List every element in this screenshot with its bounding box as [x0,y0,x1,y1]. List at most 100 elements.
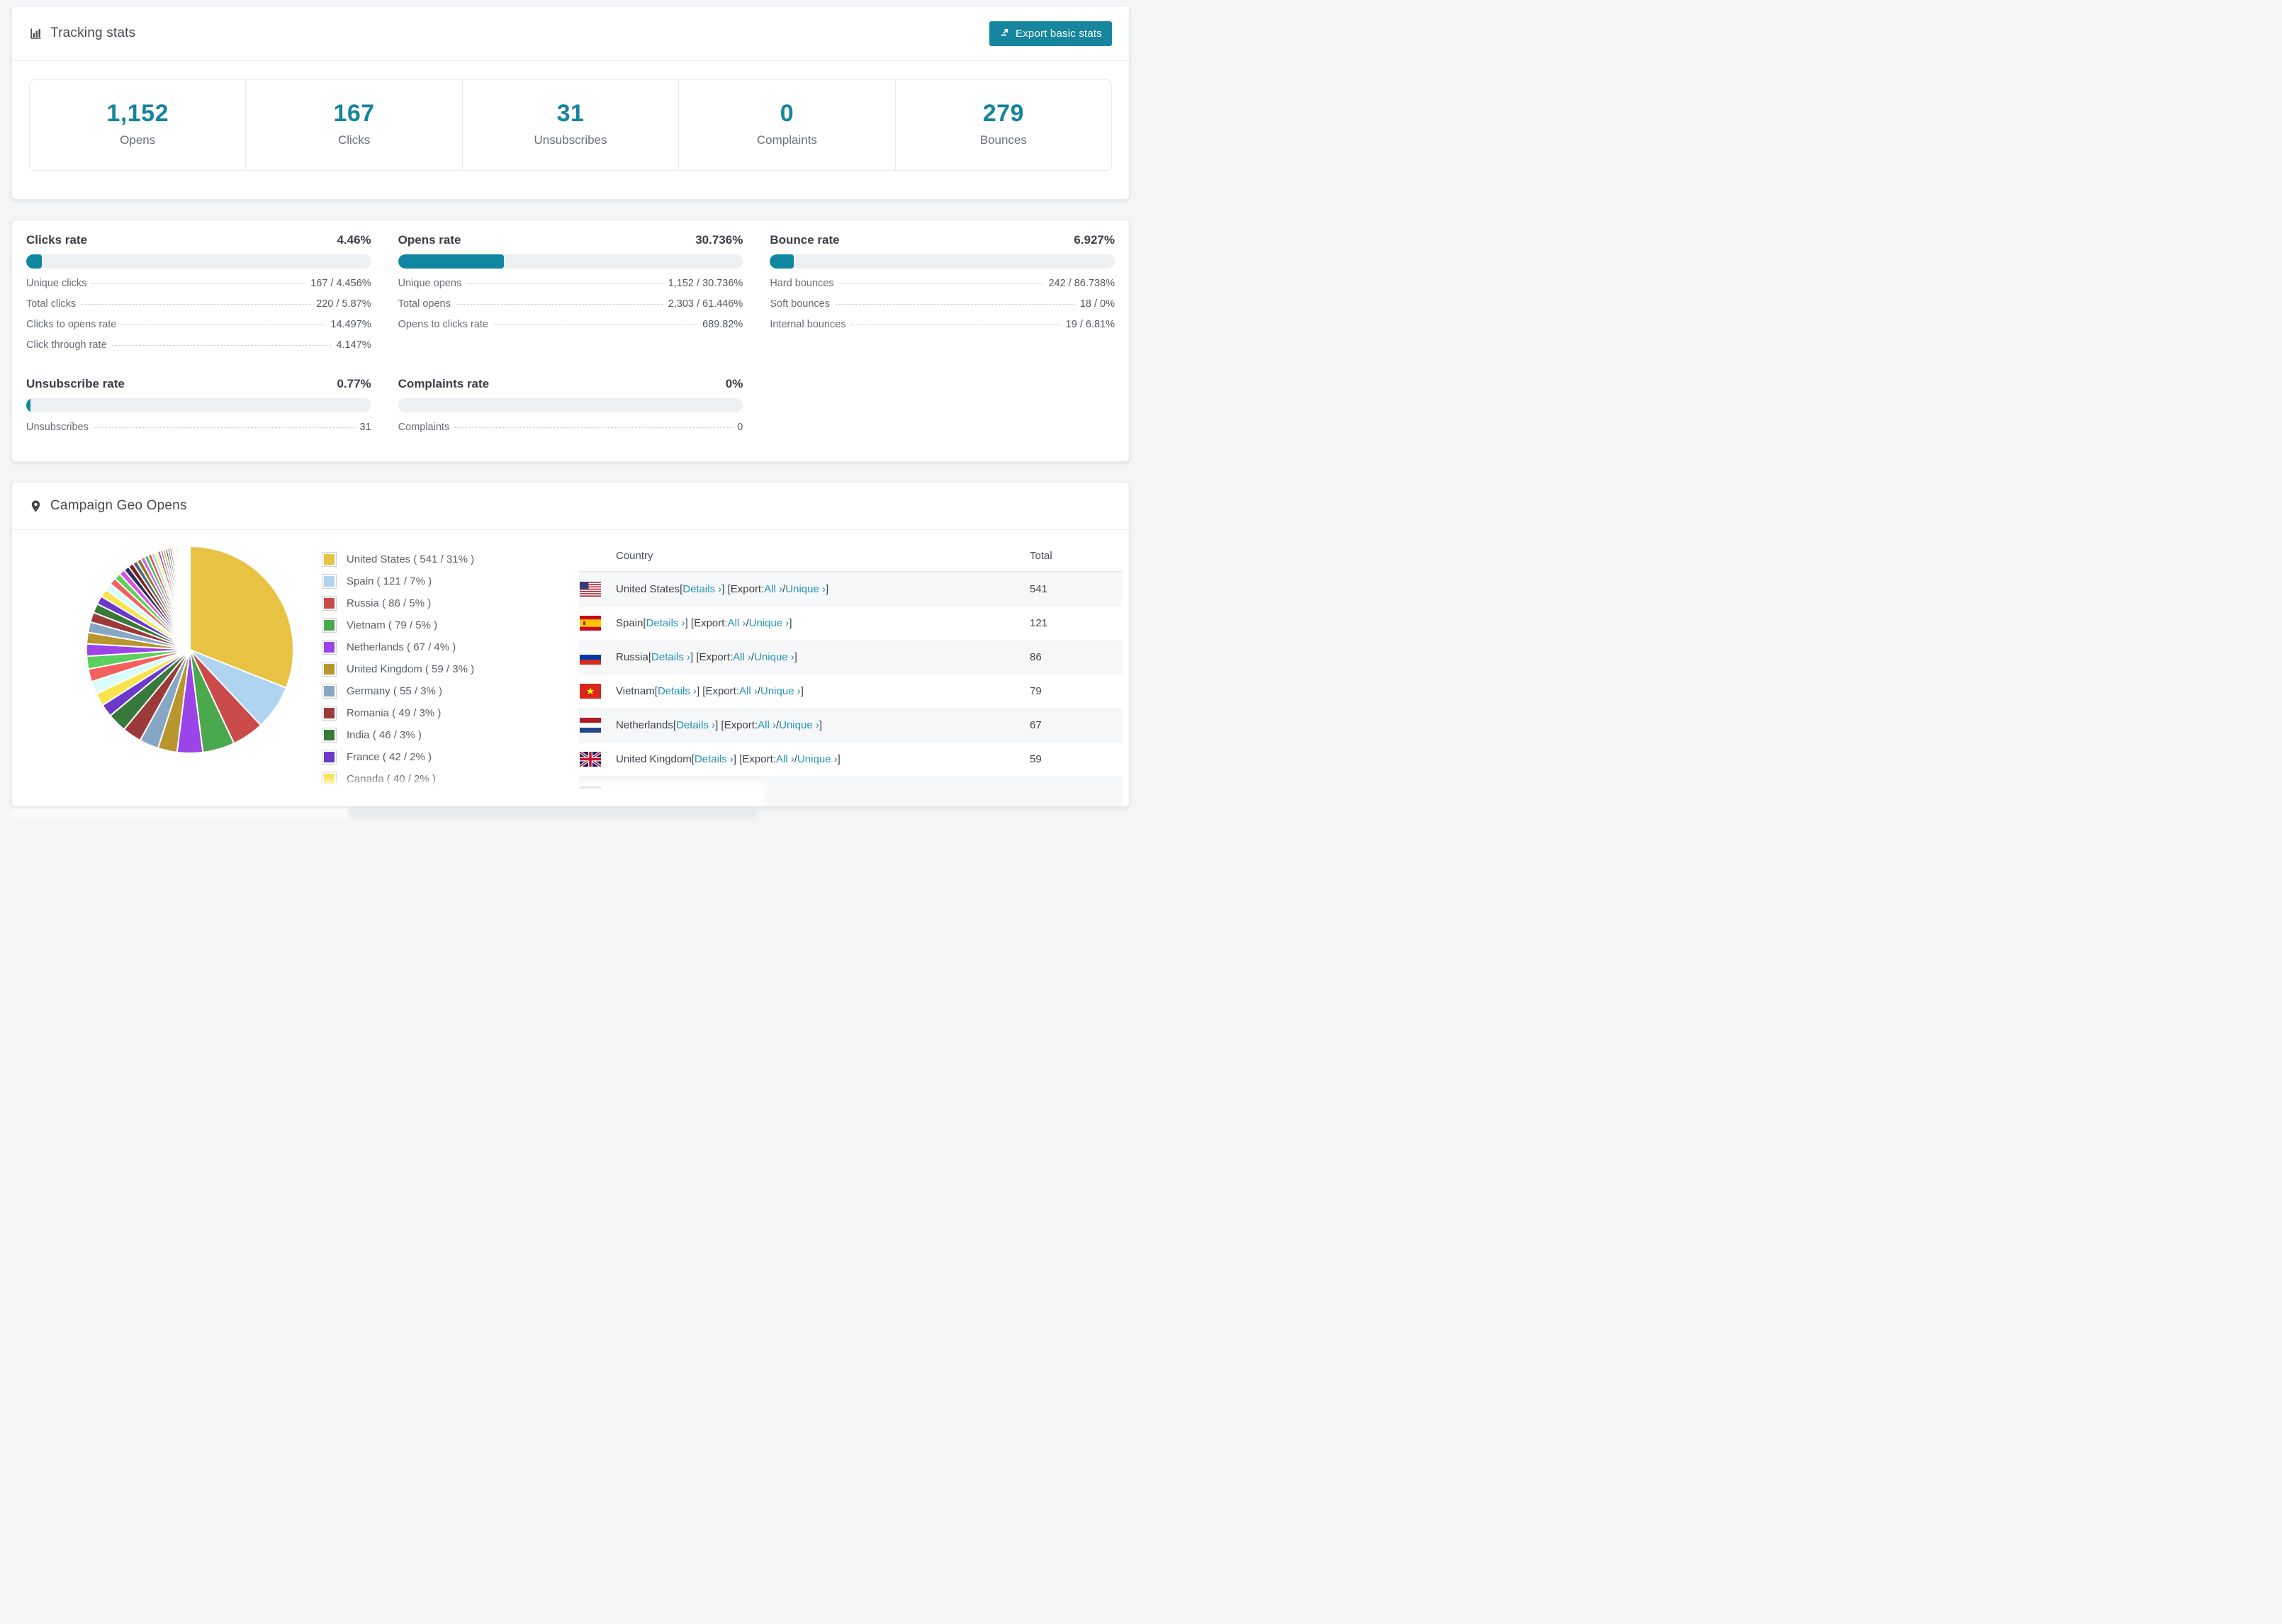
export-unique-link[interactable]: Unique › [797,753,838,765]
flag-us [579,582,602,597]
stat-label: Soft bounces [770,298,830,310]
dotted-leader [838,283,1044,284]
details-link[interactable]: Details › [676,719,715,731]
dotted-leader [91,283,306,284]
legend-swatch [322,575,336,588]
details-link[interactable]: Details › [682,583,721,595]
legend-label: Netherlands ( 67 / 4% ) [347,641,456,653]
export-all-link[interactable]: All › [733,651,751,663]
export-unique-link[interactable]: Unique › [749,617,789,629]
legend-item-romania[interactable]: Romania ( 49 / 3% ) [322,702,548,724]
rates-card: Clicks rate 4.46% Unique clicks 167 / 4.456… [11,220,1130,462]
rate-section-unsubscribe-rate: Unsubscribe rate 0.77% Unsubscribes 31 [26,377,371,442]
campaign-geo-opens-card: Campaign Geo Opens United States ( 541 /… [11,482,1130,807]
rate-title: Complaints rate [398,377,490,390]
legend-swatch [322,597,336,610]
stat-value: 689.82% [702,319,743,330]
stat-label: Clicks to opens rate [26,319,117,330]
stat-value: 220 / 5.87% [316,298,371,310]
export-all-link[interactable]: All › [739,685,758,697]
bar-chart-icon [29,27,43,40]
legend-label: India ( 46 / 3% ) [347,729,422,741]
blur-artifact-overlay [12,789,760,806]
rate-header: Clicks rate 4.46% [26,233,371,247]
summary-label: Clicks [337,133,371,147]
details-link[interactable]: Details › [646,617,685,629]
country-name: Russia [616,651,648,663]
export-unique-link[interactable]: Unique › [754,651,794,663]
summary-strip: 1,152 Opens 167 Clicks 31 Unsubscribes 0 Compla… [29,79,1112,171]
summary-label: Unsubscribes [534,133,607,147]
country-name: Spain [616,617,643,629]
details-link[interactable]: Details › [658,685,697,697]
stat-row: Hard bounces 242 / 86.738% [770,278,1115,298]
rate-title: Opens rate [398,233,461,247]
rate-header: Bounce rate 6.927% [770,233,1115,247]
export-unique-link[interactable]: Unique › [785,583,826,595]
country-cell: Vietnam [Details ›] [Export: All › / Uni… [579,684,1030,699]
progress-bar-fill [26,398,31,412]
stat-row: Total opens 2,303 / 61.446% [398,298,743,319]
legend-swatch [322,662,336,676]
export-prefix: ] [Export: [733,753,776,765]
export-basic-stats-button[interactable]: Export basic stats [989,21,1112,46]
rate-header: Opens rate 30.736% [398,233,743,247]
legend-item-canada[interactable]: Canada ( 40 / 2% ) [322,768,548,790]
export-all-link[interactable]: All › [728,617,746,629]
page-title: Tracking stats [50,26,136,40]
export-unique-link[interactable]: Unique › [779,719,819,731]
rate-rows: Unsubscribes 31 [26,422,371,442]
legend-label: Spain ( 121 / 7% ) [347,575,432,587]
bracket: ] [789,617,792,629]
flag-nl [579,718,602,733]
legend-item-france[interactable]: France ( 42 / 2% ) [322,746,548,768]
summary-value: 1,152 [106,100,169,127]
table-row-russia: Russia [Details ›] [Export: All › / Uniq… [579,640,1122,674]
progress-bar-fill [26,254,42,269]
column-header-country: Country [616,549,653,562]
export-all-link[interactable]: All › [764,583,782,595]
legend-item-vietnam[interactable]: Vietnam ( 79 / 5% ) [322,614,548,636]
legend-item-russia[interactable]: Russia ( 86 / 5% ) [322,592,548,614]
geo-table-header: Country Total [579,540,1122,572]
tracking-stats-header: Tracking stats Export basic stats [12,6,1129,61]
map-pin-icon [29,500,43,513]
export-unique-link[interactable]: Unique › [760,685,801,697]
rate-value: 0% [725,377,743,390]
export-all-link[interactable]: All › [758,719,776,731]
legend-item-germany[interactable]: Germany ( 55 / 3% ) [322,680,548,702]
legend-label: France ( 42 / 2% ) [347,751,432,763]
export-all-link[interactable]: All › [776,753,794,765]
stat-row: Opens to clicks rate 689.82% [398,319,743,339]
legend-swatch [322,772,336,786]
stat-row: Click through rate 4.147% [26,339,371,360]
dotted-leader [454,427,733,428]
bracket: ] [794,651,797,663]
rate-value: 4.46% [337,233,371,247]
details-link[interactable]: Details › [651,651,690,663]
legend-item-netherlands[interactable]: Netherlands ( 67 / 4% ) [322,636,548,658]
dotted-leader [93,427,355,428]
stat-row: Total clicks 220 / 5.87% [26,298,371,319]
rate-value: 30.736% [695,233,743,247]
rate-value: 6.927% [1074,233,1115,247]
legend-item-spain[interactable]: Spain ( 121 / 7% ) [322,570,548,592]
country-name: Netherlands [616,719,673,731]
stat-label: Unique clicks [26,278,87,289]
legend-item-united-states[interactable]: United States ( 541 / 31% ) [322,548,548,570]
legend-item-india[interactable]: India ( 46 / 3% ) [322,724,548,746]
legend-swatch [322,750,336,764]
column-header-total: Total [1030,549,1052,562]
legend-item-united-kingdom[interactable]: United Kingdom ( 59 / 3% ) [322,658,548,680]
export-prefix: ] [Export: [715,719,758,731]
stat-value: 167 / 4.456% [310,278,371,289]
table-row-netherlands: Netherlands [Details ›] [Export: All › /… [579,708,1122,742]
summary-value: 279 [982,100,1024,127]
rate-rows: Unique clicks 167 / 4.456% Total clicks 220… [26,278,371,360]
bracket: ] [837,753,841,765]
details-link[interactable]: Details › [695,753,734,765]
total-cell: 86 [1030,651,1042,663]
table-row-united-kingdom: United Kingdom [Details ›] [Export: All … [579,742,1122,776]
stat-row: Unique clicks 167 / 4.456% [26,278,371,298]
legend-label: Romania ( 49 / 3% ) [347,707,442,719]
